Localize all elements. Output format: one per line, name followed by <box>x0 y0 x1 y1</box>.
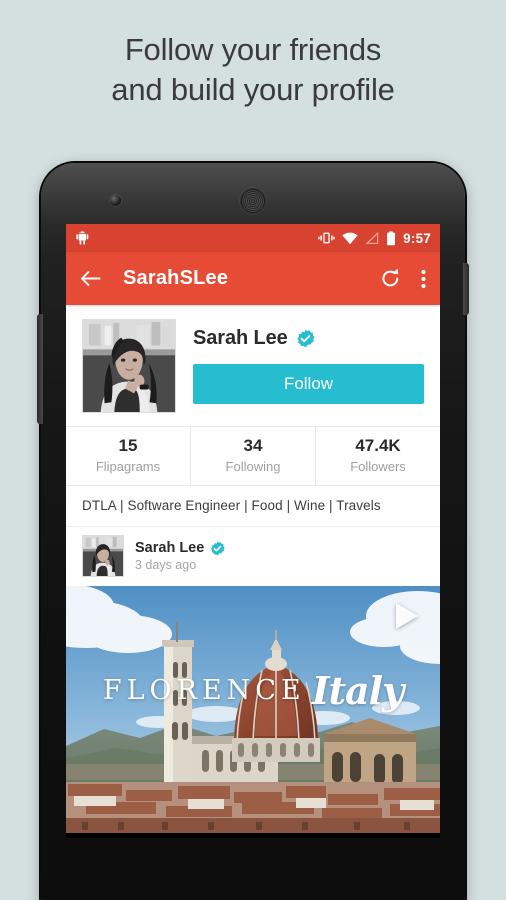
post-author-avatar[interactable] <box>82 535 124 577</box>
battery-icon <box>386 230 396 246</box>
android-robot-icon <box>75 230 90 246</box>
stat-label: Flipagrams <box>95 459 161 474</box>
stat-followers[interactable]: 47.4K Followers <box>316 427 440 485</box>
stat-value: 47.4K <box>355 436 401 455</box>
nav-recents-square-icon[interactable] <box>348 833 408 838</box>
status-bar-right: 9:57 <box>318 231 431 246</box>
wifi-icon <box>342 232 358 245</box>
profile-stats: 15 Flipagrams 34 Following 47.4K Followe… <box>66 426 440 486</box>
post-header: Sarah Lee 3 days ago <box>66 527 440 586</box>
verified-badge-icon <box>210 540 226 556</box>
stat-flipagrams[interactable]: 15 Flipagrams <box>66 427 191 485</box>
avatar[interactable] <box>82 319 176 413</box>
power-button[interactable] <box>463 263 469 315</box>
profile-name-row: Sarah Lee <box>193 327 424 350</box>
nav-home-circle-icon[interactable] <box>223 833 283 838</box>
follow-button[interactable]: Follow <box>193 364 424 404</box>
stat-following[interactable]: 34 Following <box>191 427 316 485</box>
profile-name: Sarah Lee <box>193 327 288 349</box>
post-timestamp: 3 days ago <box>135 558 197 572</box>
profile-bio: DTLA | Software Engineer | Food | Wine |… <box>66 486 440 527</box>
android-nav-bar <box>66 833 440 838</box>
promo-screenshot: Follow your friends and build your profi… <box>0 0 506 900</box>
play-icon[interactable] <box>396 603 418 629</box>
profile-header: Sarah Lee Follow <box>66 305 440 426</box>
overflow-menu-icon[interactable] <box>421 269 426 289</box>
post-media[interactable]: FLORENCE Italy <box>66 586 440 833</box>
florence-cityscape-image <box>66 586 440 833</box>
volume-rocker-button[interactable] <box>37 314 43 424</box>
phone-screen: 9:57 SarahSLee Sarah Lee Follow 15 Flipa… <box>66 224 440 838</box>
post-meta: Sarah Lee 3 days ago <box>135 540 226 572</box>
status-bar-clock: 9:57 <box>403 230 431 246</box>
stat-label: Following <box>225 459 281 474</box>
stat-value: 34 <box>243 436 263 455</box>
headline-line-1: Follow your friends <box>124 32 382 67</box>
vibrate-icon <box>318 231 335 245</box>
post-author-row: Sarah Lee <box>135 540 226 556</box>
stat-value: 15 <box>118 436 138 455</box>
post-author-name: Sarah Lee <box>135 540 205 556</box>
cell-signal-icon <box>365 231 379 245</box>
nav-back-triangle-icon[interactable] <box>98 833 158 838</box>
earpiece-speaker-icon <box>240 188 266 214</box>
app-bar: SarahSLee <box>66 252 440 305</box>
back-arrow-icon[interactable] <box>80 269 101 288</box>
stat-label: Followers <box>350 459 406 474</box>
app-bar-actions <box>380 268 426 289</box>
front-camera-icon <box>110 195 121 206</box>
headline-line-2: and build your profile <box>111 71 395 107</box>
status-bar: 9:57 <box>66 224 440 252</box>
verified-badge-icon <box>296 329 315 348</box>
status-bar-left <box>75 230 318 246</box>
refresh-icon[interactable] <box>380 268 401 289</box>
app-bar-title: SarahSLee <box>123 267 229 289</box>
page-title: Follow your friends and build your profi… <box>0 30 506 109</box>
profile-details: Sarah Lee Follow <box>193 319 424 404</box>
